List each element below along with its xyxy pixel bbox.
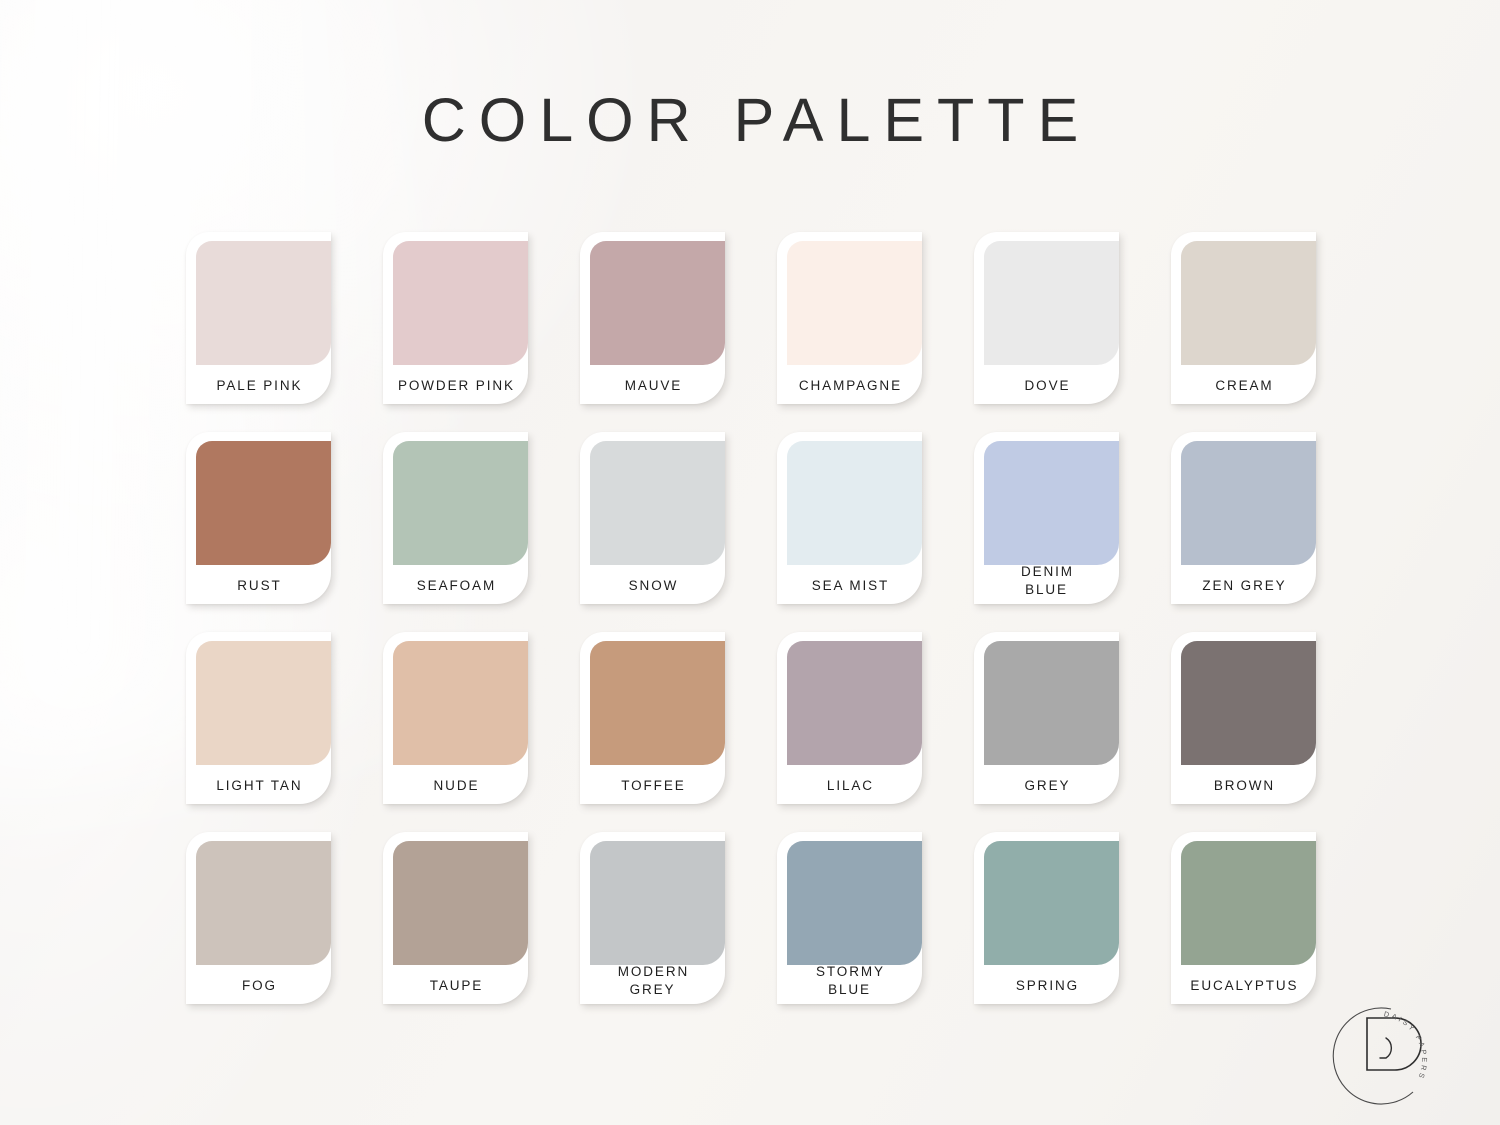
color-chip bbox=[984, 241, 1119, 365]
color-swatch-card[interactable]: SNOW bbox=[580, 432, 725, 604]
color-swatch-label: SEAFOAM bbox=[416, 578, 497, 594]
color-swatch-label: FOG bbox=[241, 978, 277, 994]
color-swatch-card[interactable]: EUCALYPTUS bbox=[1171, 832, 1316, 1004]
color-swatch-label: POWDER PINK bbox=[397, 378, 515, 394]
color-chip bbox=[393, 841, 528, 965]
color-swatch-label: SPRING bbox=[1015, 978, 1080, 994]
color-chip bbox=[393, 641, 528, 765]
color-chip bbox=[196, 441, 331, 565]
color-chip bbox=[196, 641, 331, 765]
color-swatch-label: GREY bbox=[1024, 778, 1071, 794]
color-swatch-card[interactable]: TAUPE bbox=[383, 832, 528, 1004]
daisy-papers-logo: DAISY PAPERS bbox=[1312, 1000, 1452, 1125]
color-swatch-label: STORMY BLUE bbox=[815, 964, 885, 998]
color-swatch-card[interactable]: MAUVE bbox=[580, 232, 725, 404]
color-chip bbox=[590, 841, 725, 965]
color-swatch-card[interactable]: SEA MIST bbox=[777, 432, 922, 604]
color-swatch-card[interactable]: MODERN GREY bbox=[580, 832, 725, 1004]
color-swatch-card[interactable]: CREAM bbox=[1171, 232, 1316, 404]
color-chip bbox=[984, 441, 1119, 565]
color-swatch-label: LILAC bbox=[826, 778, 874, 794]
color-chip bbox=[1181, 841, 1316, 965]
color-chip bbox=[590, 641, 725, 765]
color-swatch-label: DENIM BLUE bbox=[1020, 564, 1074, 598]
logo-swash-icon bbox=[1379, 1037, 1392, 1059]
color-chip bbox=[1181, 641, 1316, 765]
color-swatch-label: CHAMPAGNE bbox=[798, 378, 902, 394]
color-chip bbox=[984, 641, 1119, 765]
color-swatch-label: LIGHT TAN bbox=[216, 778, 303, 794]
page-title: COLOR PALETTE bbox=[421, 86, 1092, 154]
color-swatch-card[interactable]: LILAC bbox=[777, 632, 922, 804]
color-chip bbox=[984, 841, 1119, 965]
color-swatch-card[interactable]: RUST bbox=[186, 432, 331, 604]
color-swatch-card[interactable]: TOFFEE bbox=[580, 632, 725, 804]
color-swatch-label: SNOW bbox=[628, 578, 679, 594]
color-chip bbox=[393, 441, 528, 565]
color-swatch-card[interactable]: CHAMPAGNE bbox=[777, 232, 922, 404]
color-swatch-card[interactable]: SEAFOAM bbox=[383, 432, 528, 604]
color-swatch-label: ZEN GREY bbox=[1202, 578, 1287, 594]
color-swatch-label: NUDE bbox=[433, 778, 480, 794]
color-swatch-card[interactable]: PALE PINK bbox=[186, 232, 331, 404]
color-chip bbox=[196, 841, 331, 965]
palette-poster: COLOR PALETTE PALE PINK POWDER PINK MAUVE C… bbox=[0, 0, 1500, 1125]
logo-brand-text: DAISY PAPERS bbox=[1383, 1009, 1429, 1081]
color-swatch-label: RUST bbox=[237, 578, 282, 594]
color-chip bbox=[787, 241, 922, 365]
color-swatch-label: SEA MIST bbox=[811, 578, 890, 594]
color-chip bbox=[393, 241, 528, 365]
color-chip bbox=[590, 441, 725, 565]
color-swatch-label: CREAM bbox=[1215, 378, 1274, 394]
color-swatch-label: MAUVE bbox=[624, 378, 683, 394]
color-chip bbox=[787, 641, 922, 765]
color-swatch-card[interactable]: GREY bbox=[974, 632, 1119, 804]
color-chip bbox=[787, 841, 922, 965]
color-swatch-card[interactable]: NUDE bbox=[383, 632, 528, 804]
color-swatch-label: BROWN bbox=[1213, 778, 1276, 794]
color-swatch-label: MODERN GREY bbox=[617, 964, 690, 998]
color-swatch-label: PALE PINK bbox=[216, 378, 303, 394]
color-swatch-card[interactable]: POWDER PINK bbox=[383, 232, 528, 404]
color-swatch-label: DOVE bbox=[1024, 378, 1071, 394]
logo-mark-icon: DAISY PAPERS bbox=[1332, 1007, 1429, 1105]
color-swatch-label: TAUPE bbox=[429, 978, 484, 994]
color-swatch-card[interactable]: DOVE bbox=[974, 232, 1119, 404]
color-chip bbox=[1181, 441, 1316, 565]
color-swatch-label: TOFFEE bbox=[621, 778, 686, 794]
color-chip bbox=[1181, 241, 1316, 365]
color-chip bbox=[787, 441, 922, 565]
color-swatch-card[interactable]: BROWN bbox=[1171, 632, 1316, 804]
color-swatch-card[interactable]: FOG bbox=[186, 832, 331, 1004]
color-swatch-card[interactable]: DENIM BLUE bbox=[974, 432, 1119, 604]
color-swatch-label: EUCALYPTUS bbox=[1190, 978, 1299, 994]
color-chip bbox=[590, 241, 725, 365]
color-swatch-card[interactable]: SPRING bbox=[974, 832, 1119, 1004]
color-swatch-card[interactable]: LIGHT TAN bbox=[186, 632, 331, 804]
color-chip bbox=[196, 241, 331, 365]
color-swatch-grid: PALE PINK POWDER PINK MAUVE CHAMPAGNE DOVE CR… bbox=[186, 232, 1318, 1004]
color-swatch-card[interactable]: ZEN GREY bbox=[1171, 432, 1316, 604]
color-swatch-card[interactable]: STORMY BLUE bbox=[777, 832, 922, 1004]
